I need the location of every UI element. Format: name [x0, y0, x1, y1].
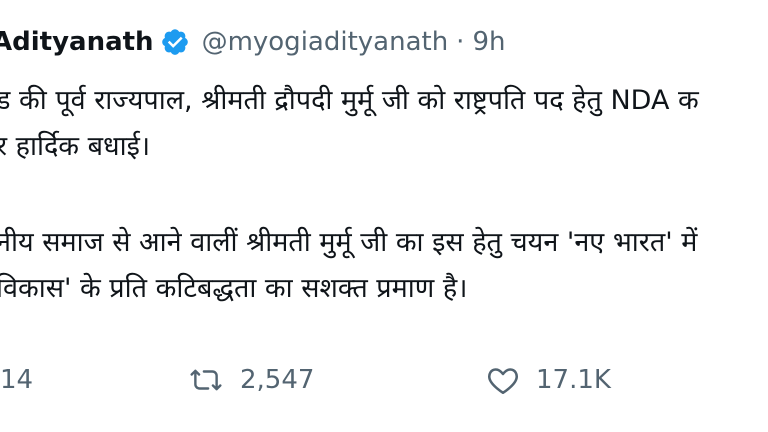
retweet-count: 2,547 [240, 365, 315, 395]
tweet-actions: 14 2,547 17.1K [0, 358, 768, 402]
tweet-text-line: र हार्दिक बधाई। [0, 131, 151, 162]
retweet-icon [186, 363, 226, 397]
tweet-timestamp[interactable]: 9h [472, 24, 505, 60]
tweet-header: Adityanath @myogiadityanath · 9h [0, 24, 505, 60]
tweet-text-line: विकास' के प्रति कटिबद्धता का सशक्त प्रमा… [0, 273, 468, 304]
like-count: 17.1K [536, 365, 611, 395]
tweet-text-line: ड की पूर्व राज्यपाल, श्रीमती द्रौपदी मुर… [0, 85, 699, 116]
retweet-button[interactable]: 2,547 [186, 358, 314, 402]
reply-button[interactable]: 14 [0, 358, 33, 402]
separator-dot: · [456, 27, 465, 57]
heart-icon [484, 362, 522, 398]
tweet-text-line: नीय समाज से आने वालीं श्रीमती मुर्मू जी … [0, 227, 698, 258]
author-handle[interactable]: @myogiadityanath [202, 24, 449, 60]
tweet-text: ड की पूर्व राज्यपाल, श्रीमती द्रौपदी मुर… [0, 78, 768, 312]
tweet-card: Adityanath @myogiadityanath · 9h ड की पू… [0, 0, 768, 432]
verified-badge-icon [160, 27, 190, 57]
like-button[interactable]: 17.1K [484, 358, 611, 402]
reply-count: 14 [0, 365, 34, 395]
author-display-name[interactable]: Adityanath [0, 24, 154, 60]
